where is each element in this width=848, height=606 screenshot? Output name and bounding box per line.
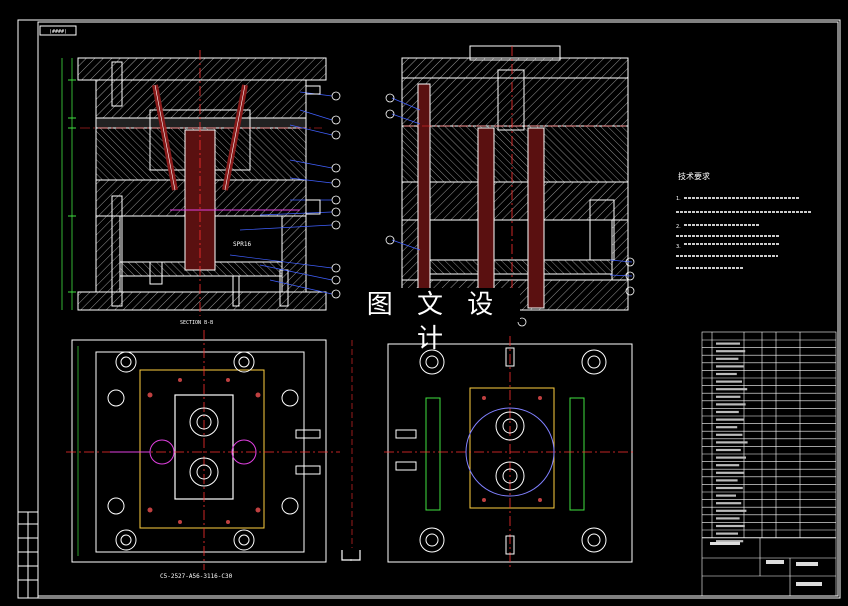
bom-cell-text xyxy=(716,380,742,383)
section-arrow-icon xyxy=(341,340,361,561)
cad-drawing-canvas: (####) SPR16 SECTION B-B 技术要求 1. 2. 3. C… xyxy=(0,0,848,606)
plan-view-right xyxy=(384,336,636,570)
bom-cell-text xyxy=(716,350,746,353)
bom-cell-text xyxy=(716,365,744,368)
watermark: 图 文 设 计 xyxy=(348,288,520,354)
svg-text:2.: 2. xyxy=(676,224,681,230)
bom-cell-text xyxy=(716,410,739,414)
bom-cell-text xyxy=(716,509,747,512)
bom-cell-text xyxy=(716,494,736,497)
bom-cell-text xyxy=(716,372,737,376)
bom-cell-text xyxy=(716,524,745,528)
bom-cell-text xyxy=(716,540,744,543)
plan-view-left xyxy=(66,330,340,570)
bom-table xyxy=(701,331,837,597)
bom-cell-text xyxy=(716,464,740,467)
balloon-callout-icon xyxy=(331,91,341,299)
bom-cell-text xyxy=(716,486,743,490)
bom-cell-text xyxy=(716,426,738,429)
svg-text:1.: 1. xyxy=(676,196,681,202)
bom-text-blocks xyxy=(710,542,822,586)
section-view-left xyxy=(61,50,341,316)
bom-cell-text xyxy=(716,395,741,398)
bom-cell-text xyxy=(716,418,744,421)
part-tag: SPR16 xyxy=(233,241,251,248)
left-revision-strip xyxy=(17,511,39,599)
svg-text:3.: 3. xyxy=(676,244,681,250)
section-view-right xyxy=(385,45,635,327)
bom-cell-text xyxy=(716,403,746,406)
bom-cell-text xyxy=(716,471,745,474)
bom-cell-text xyxy=(716,532,738,535)
bom-cell-text xyxy=(716,456,746,459)
bom-cell-text xyxy=(716,479,738,482)
bom-cell-text xyxy=(716,517,740,520)
bom-cell-text xyxy=(716,448,741,452)
bom-cell-text xyxy=(716,357,739,360)
svg-text:(####): (####) xyxy=(49,29,67,35)
tech-req-title: 技术要求 xyxy=(678,171,710,181)
bom-cell-text xyxy=(716,433,743,436)
bom-cell-text xyxy=(716,441,748,444)
tech-requirements: 技术要求 1. 2. 3. xyxy=(676,171,812,269)
bottom-note: C5-2527-A56-3116-C30 xyxy=(160,573,233,580)
bom-cell-text xyxy=(716,502,742,505)
bom-cell-text xyxy=(716,388,748,391)
section-label: SECTION B-B xyxy=(180,320,213,326)
bom-cell-text xyxy=(716,342,740,345)
